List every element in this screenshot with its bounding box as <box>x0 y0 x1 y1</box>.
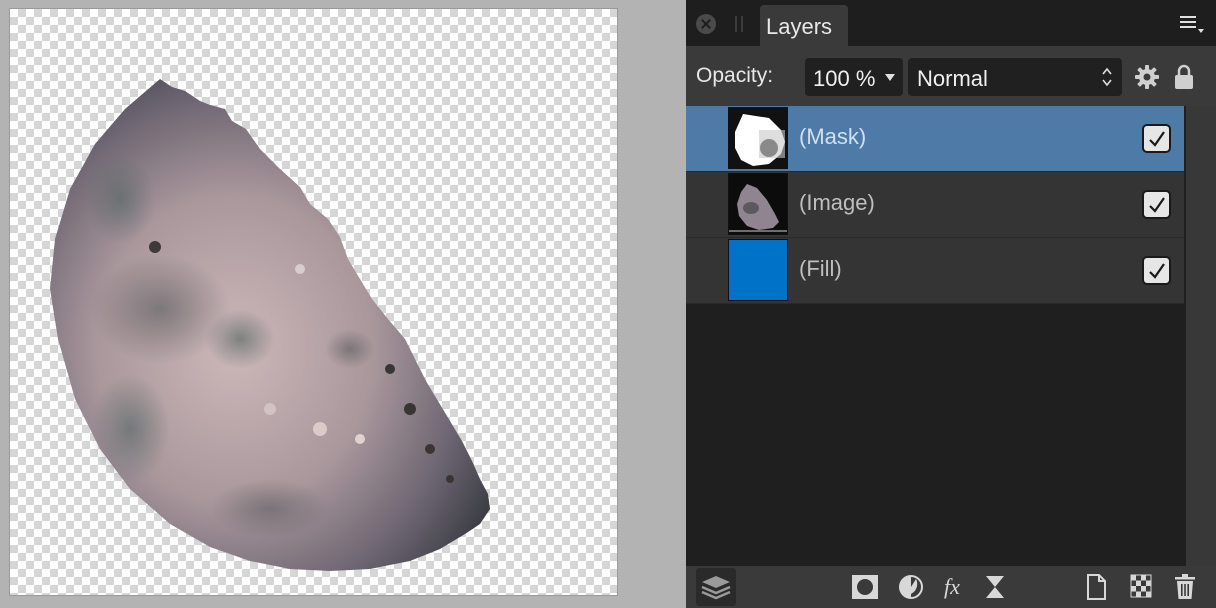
layers-stack-icon <box>701 576 731 600</box>
panel-menu-icon[interactable] <box>1180 14 1206 36</box>
grip-icon[interactable] <box>735 16 743 32</box>
transparency-icon[interactable] <box>1130 574 1152 598</box>
layer-row-fill[interactable]: (Fill) <box>686 238 1184 304</box>
checkmark-icon <box>1149 197 1165 213</box>
new-pixel-layer-icon[interactable] <box>1086 574 1106 600</box>
blend-mode-select[interactable]: Normal <box>908 58 1122 96</box>
layer-row-mask[interactable]: (Mask) <box>686 106 1184 172</box>
mask-thumbnail <box>728 107 788 169</box>
trash-icon[interactable] <box>1174 574 1196 600</box>
visibility-checkbox-mask[interactable] <box>1142 124 1171 153</box>
opacity-value: 100 % <box>813 66 876 91</box>
layers-bottom-toolbar: fx <box>686 566 1216 608</box>
layer-name-fill: (Fill) <box>799 256 842 281</box>
opacity-input[interactable]: 100 % <box>805 58 903 96</box>
layer-name-image: (Image) <box>799 190 875 215</box>
tab-layers-label: Layers <box>766 14 833 39</box>
layer-name-mask: (Mask) <box>799 124 867 149</box>
chevron-down-icon[interactable] <box>885 74 895 81</box>
layers-stack-button[interactable] <box>696 568 736 606</box>
up-down-arrows-icon <box>1102 67 1112 87</box>
close-icon[interactable] <box>696 14 716 34</box>
gear-icon[interactable] <box>1134 64 1160 90</box>
lock-icon[interactable] <box>1174 64 1194 90</box>
opacity-label: Opacity: <box>696 64 774 87</box>
checkmark-icon <box>1149 131 1165 147</box>
fx-icon[interactable]: fx <box>942 574 972 600</box>
layer-row-image[interactable]: (Image) <box>686 172 1184 238</box>
mask-layer-icon[interactable] <box>851 574 879 600</box>
visibility-checkbox-fill[interactable] <box>1142 256 1171 285</box>
panel-tab-bar: Layers <box>686 0 1216 46</box>
moon-thumbnail <box>728 173 788 235</box>
tab-layers[interactable]: Layers <box>760 5 848 46</box>
layers-panel: Layers Opacity: 100 % Normal (Mask) (Ima… <box>686 0 1216 608</box>
document-canvas[interactable] <box>9 8 618 596</box>
layers-list[interactable]: (Mask) (Image) (Fill) <box>686 106 1186 566</box>
opacity-toolbar: Opacity: 100 % Normal <box>686 46 1216 106</box>
blend-mode-value: Normal <box>917 66 988 91</box>
fill-thumbnail <box>728 239 788 301</box>
moon-image <box>50 79 490 571</box>
adjustment-icon[interactable] <box>898 574 924 600</box>
visibility-checkbox-image[interactable] <box>1142 190 1171 219</box>
live-filter-icon[interactable] <box>984 574 1006 600</box>
checkmark-icon <box>1149 263 1165 279</box>
layers-scrollbar[interactable] <box>1186 106 1216 566</box>
svg-text:fx: fx <box>944 574 960 599</box>
